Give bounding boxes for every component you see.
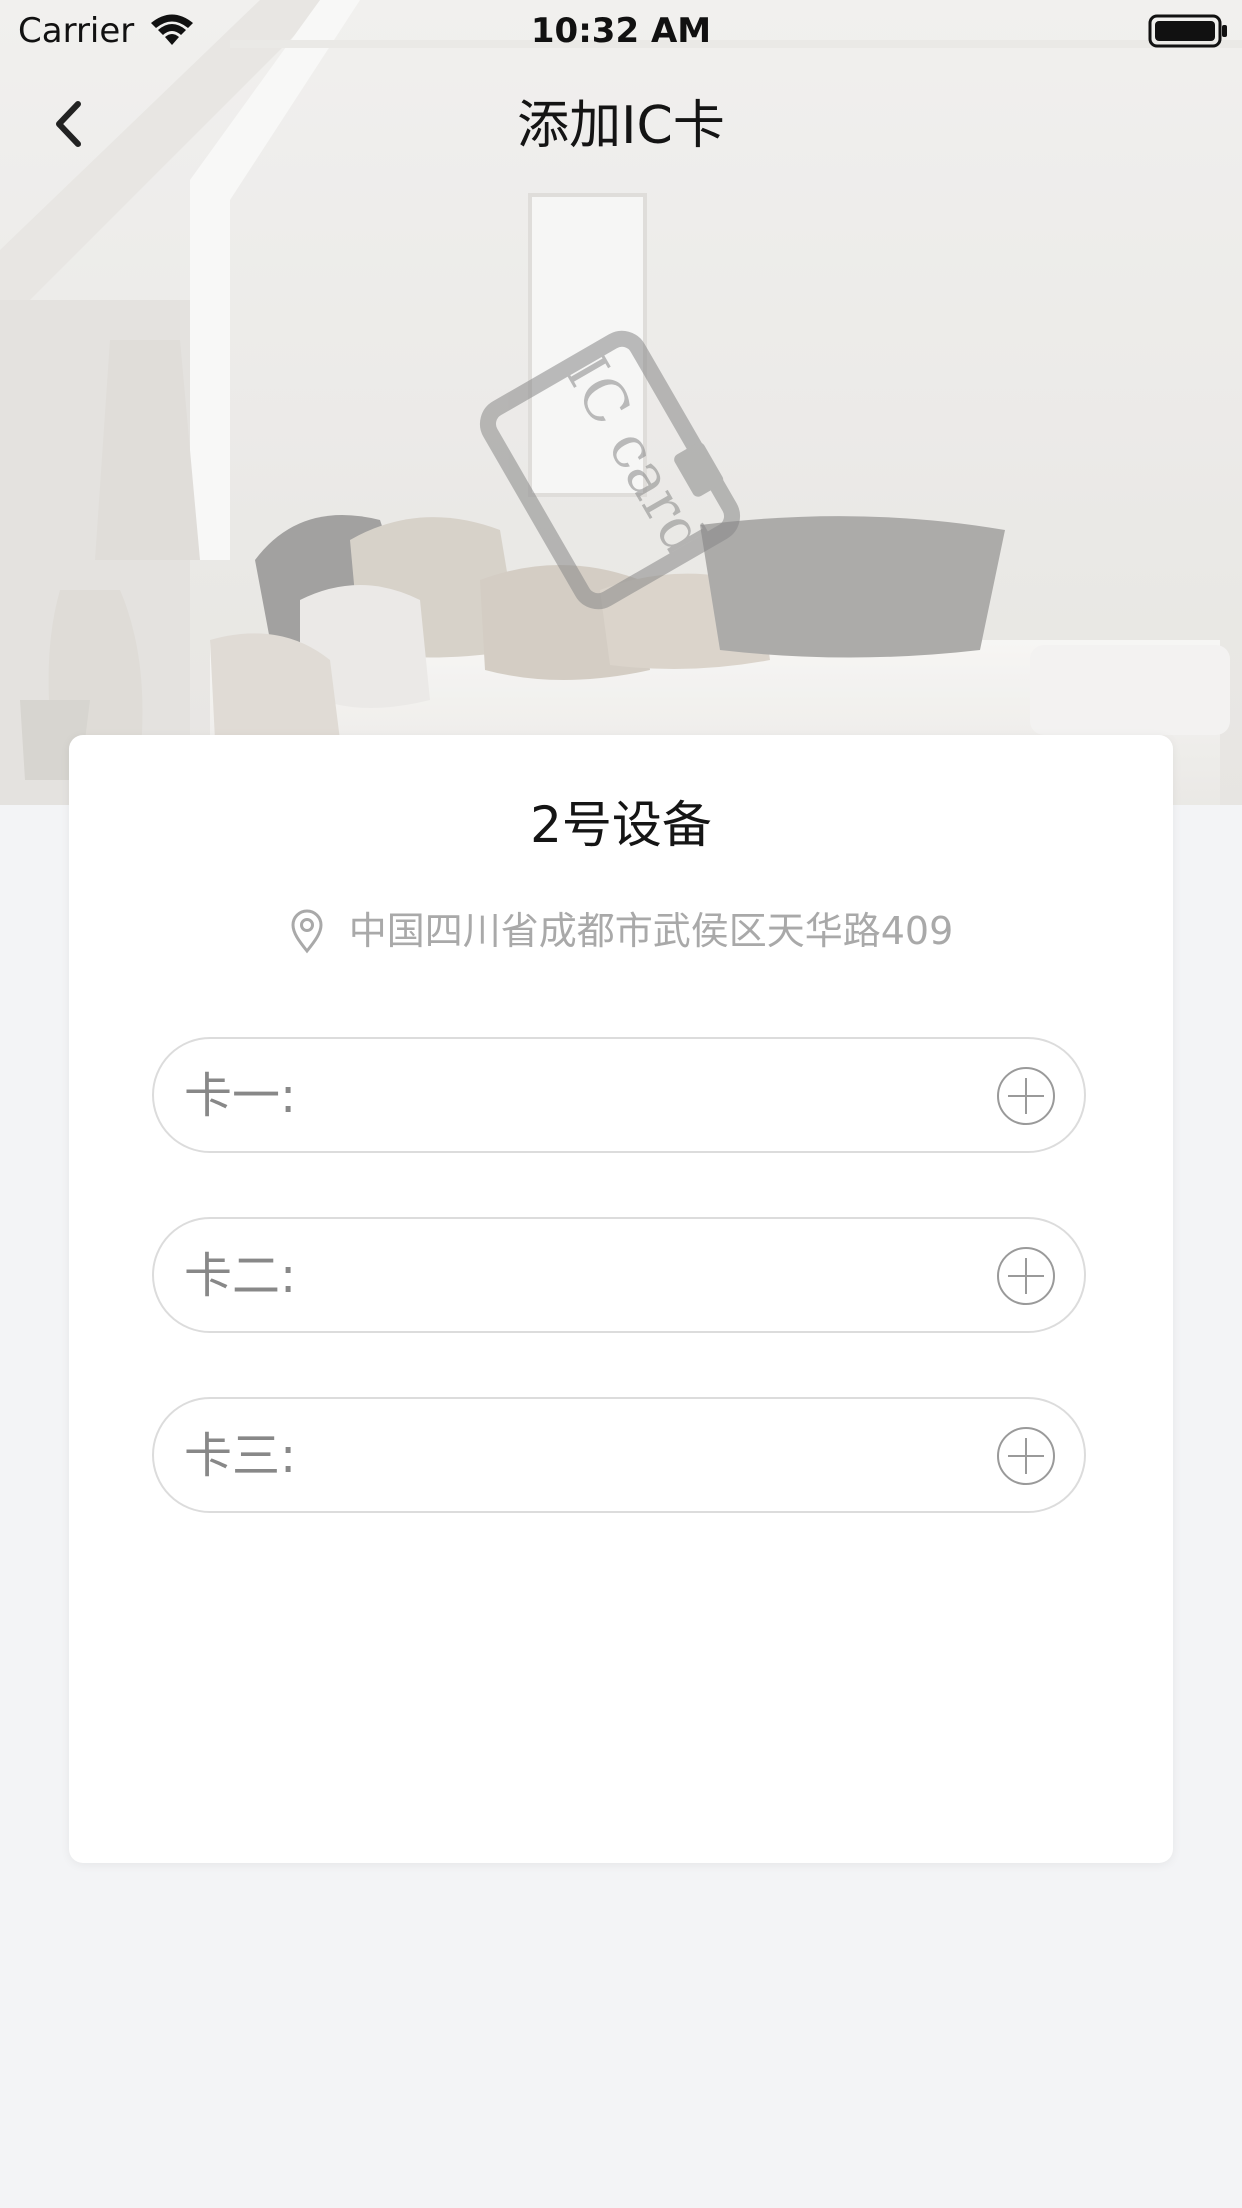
plus-circle-icon [997, 1427, 1055, 1485]
plus-circle-icon [997, 1067, 1055, 1125]
plus-circle-icon [997, 1247, 1055, 1305]
location-pin-icon [289, 907, 327, 955]
card-two-field[interactable]: 卡二: [152, 1217, 1086, 1333]
add-card-one-button[interactable] [996, 1066, 1056, 1126]
clock-label: 10:32 AM [530, 11, 712, 51]
add-card-two-button[interactable] [996, 1246, 1056, 1306]
device-address: 中国四川省成都市武侯区天华路409 [69, 903, 1173, 959]
card-one-label: 卡一: [184, 1068, 297, 1124]
card-two-label: 卡二: [184, 1248, 297, 1304]
add-card-three-button[interactable] [996, 1426, 1056, 1486]
navigation-bar: 添加IC卡 [0, 68, 1242, 186]
address-text: 中国四川省成都市武侯区天华路409 [348, 909, 954, 953]
device-card: 2号设备 中国四川省成都市武侯区天华路409 卡一: 卡二: 卡三: [69, 735, 1173, 1863]
battery-icon [1148, 14, 1230, 48]
device-name: 2号设备 [530, 796, 712, 854]
card-three-field[interactable]: 卡三: [152, 1397, 1086, 1513]
card-one-field[interactable]: 卡一: [152, 1037, 1086, 1153]
status-bar: Carrier 10:32 AM [0, 0, 1242, 62]
page-title: 添加IC卡 [517, 96, 725, 156]
card-three-label: 卡三: [184, 1428, 297, 1484]
